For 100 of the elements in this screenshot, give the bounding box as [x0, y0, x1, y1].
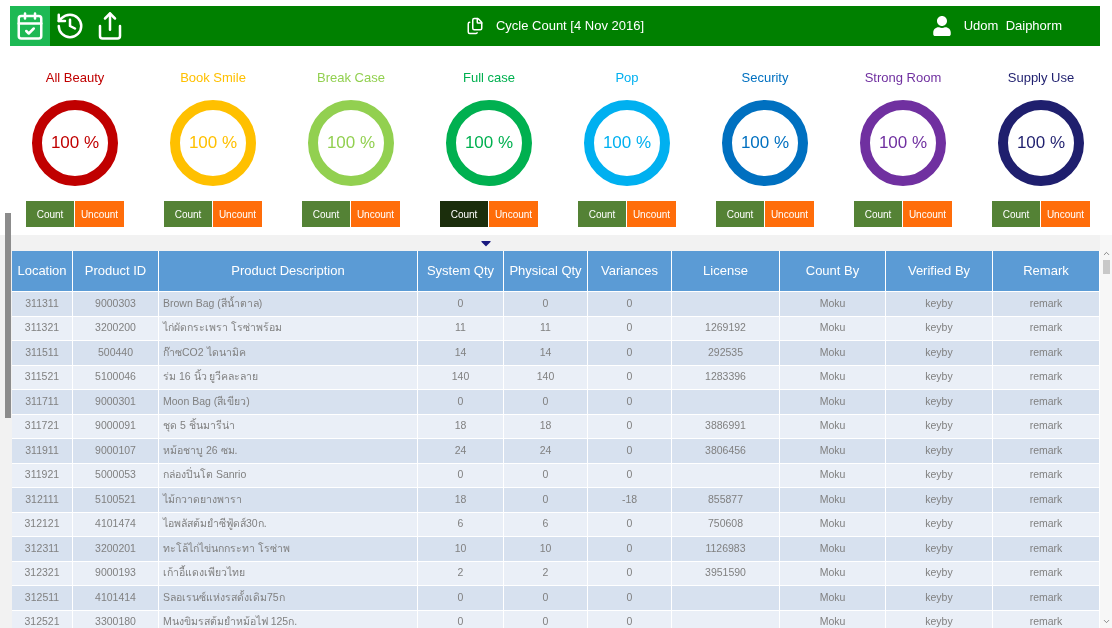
table-cell-text: Moku: [819, 393, 846, 409]
table-cell-text: 24: [539, 442, 552, 458]
table-cell-text: 3886991: [705, 418, 746, 434]
calendar-check-icon[interactable]: [10, 6, 50, 46]
table-cell-text: remark: [1029, 295, 1063, 311]
table-cell-text: Moku: [819, 516, 846, 532]
count-button[interactable]: Count: [302, 201, 350, 227]
table-cell-text: keyby: [925, 442, 953, 458]
table-cell-text: 311521: [24, 369, 60, 385]
table-cell-text: 0: [457, 589, 464, 605]
table-cell-text: 311311: [25, 295, 59, 311]
table-cell-text: 0: [626, 540, 633, 556]
count-button[interactable]: Count: [26, 201, 74, 227]
table-cell-text: remark: [1029, 589, 1063, 605]
table-cell-text: ไม้กวาดยางพารา: [163, 491, 242, 507]
table-cell: remark: [1029, 614, 1063, 628]
table-cell-text: 312321: [24, 565, 60, 581]
table-cell-text: กล่องปิ่นโต Sanrio: [163, 467, 247, 483]
uncount-button[interactable]: Uncount: [489, 201, 538, 227]
table-cell-text: 9000091: [95, 418, 136, 434]
table-cell-text: 5100521: [95, 491, 136, 507]
table-cell-text: 14: [539, 344, 552, 360]
count-button[interactable]: Count: [578, 201, 626, 227]
table-cell-text: remark: [1029, 565, 1063, 581]
table-cell-text: ชุด 5 ชิ้นมารีน่า: [163, 418, 235, 434]
table-cell-text: 311911: [25, 442, 59, 458]
table-cell-text: keyby: [925, 320, 953, 336]
category-title: Supply Use: [1007, 69, 1075, 87]
scroll-thumb[interactable]: [1102, 260, 1110, 274]
uncount-button[interactable]: Uncount: [903, 201, 952, 227]
table-cell-text: -18: [621, 491, 638, 507]
table-cell-text: 3951590: [705, 565, 746, 581]
table-cell: 312521: [24, 614, 60, 628]
table-cell: Mนงขิมรสต้มยำหม้อไฟ 125ก.: [163, 614, 298, 628]
table-cell-text: 312511: [24, 589, 60, 605]
table-cell-text: 0: [542, 467, 549, 483]
table-cell: 3300180: [95, 614, 136, 628]
table-cell-text: 0: [626, 467, 633, 483]
table-cell-text: 0: [457, 467, 464, 483]
table-cell-text: 10: [539, 540, 552, 556]
table-cell-text: 312111: [25, 491, 59, 507]
scroll-up-icon[interactable]: [1101, 249, 1111, 258]
count-button[interactable]: Count: [992, 201, 1040, 227]
table-cell-text: 0: [626, 369, 633, 385]
table-cell-text: 311711: [25, 393, 59, 409]
table-cell-text: 4101474: [95, 516, 136, 532]
uncount-button[interactable]: Uncount: [1041, 201, 1090, 227]
scroll-down-icon[interactable]: [1101, 617, 1111, 626]
percent-value: 100 %: [464, 132, 514, 155]
percent-value: 100 %: [50, 132, 100, 155]
table-cell-text: Moku: [819, 467, 846, 483]
table-cell-text: 0: [542, 491, 549, 507]
table-cell-text: 9000193: [95, 565, 136, 581]
table-cell-text: 5100046: [95, 369, 136, 385]
uncount-button[interactable]: Uncount: [351, 201, 400, 227]
page-title: Cycle Count [4 Nov 2016]: [495, 17, 645, 36]
table-cell-text: remark: [1029, 491, 1063, 507]
category-title: Security: [741, 69, 789, 87]
table-cell-text: 312121: [24, 516, 60, 532]
count-button[interactable]: Count: [716, 201, 764, 227]
percent-value: 100 %: [602, 132, 652, 155]
table-cell-text: 0: [626, 565, 633, 581]
table-cell-text: 292535: [707, 344, 743, 360]
table-cell-text: 311921: [24, 467, 60, 483]
table-cell-text: 750608: [707, 516, 743, 532]
table-cell-text: 1269192: [705, 320, 746, 336]
table-cell-text: Moku: [819, 565, 846, 581]
side-handle[interactable]: [5, 213, 11, 418]
table-cell-text: 9000303: [95, 295, 136, 311]
table-cell-text: 311721: [24, 418, 60, 434]
table-cell-text: remark: [1029, 418, 1063, 434]
table-cell-text: ไอพลัสต้มยำซีฟู้ดส์30ก.: [163, 516, 267, 532]
percent-value: 100 %: [188, 132, 238, 155]
table-cell-text: keyby: [925, 565, 953, 581]
table-cell-text: remark: [1029, 344, 1063, 360]
table-cell: 0: [626, 614, 633, 628]
uncount-button[interactable]: Uncount: [765, 201, 814, 227]
uncount-button[interactable]: Uncount: [75, 201, 124, 227]
uncount-button[interactable]: Uncount: [213, 201, 262, 227]
table-cell-text: remark: [1029, 540, 1063, 556]
table-cell-text: keyby: [925, 589, 953, 605]
count-button[interactable]: Count: [440, 201, 488, 227]
scrollbar[interactable]: [1100, 235, 1112, 628]
count-button[interactable]: Count: [164, 201, 212, 227]
table-cell-text: 0: [542, 589, 549, 605]
table-cell-text: 312311: [24, 540, 60, 556]
table-cell-text: ไก่ผัดกระเพรา โรซ่าพร้อม: [163, 320, 282, 336]
table-cell-text: Sลอเรนซ์แห่งรสดั้งเดิม75ก: [163, 589, 285, 605]
count-button[interactable]: Count: [854, 201, 902, 227]
table-cell-text: keyby: [925, 344, 953, 360]
table-cell-text: Moku: [819, 540, 846, 556]
uncount-button[interactable]: Uncount: [627, 201, 676, 227]
table-cell: keyby: [925, 614, 953, 628]
percent-value: 100 %: [878, 132, 928, 155]
table-cell-text: 5000053: [95, 467, 136, 483]
table-cell-text: 18: [539, 418, 552, 434]
table-cell-text: 0: [626, 295, 633, 311]
percent-value: 100 %: [1016, 132, 1066, 155]
table-cell-text: 1283396: [705, 369, 746, 385]
table-cell-text: 10: [454, 540, 467, 556]
